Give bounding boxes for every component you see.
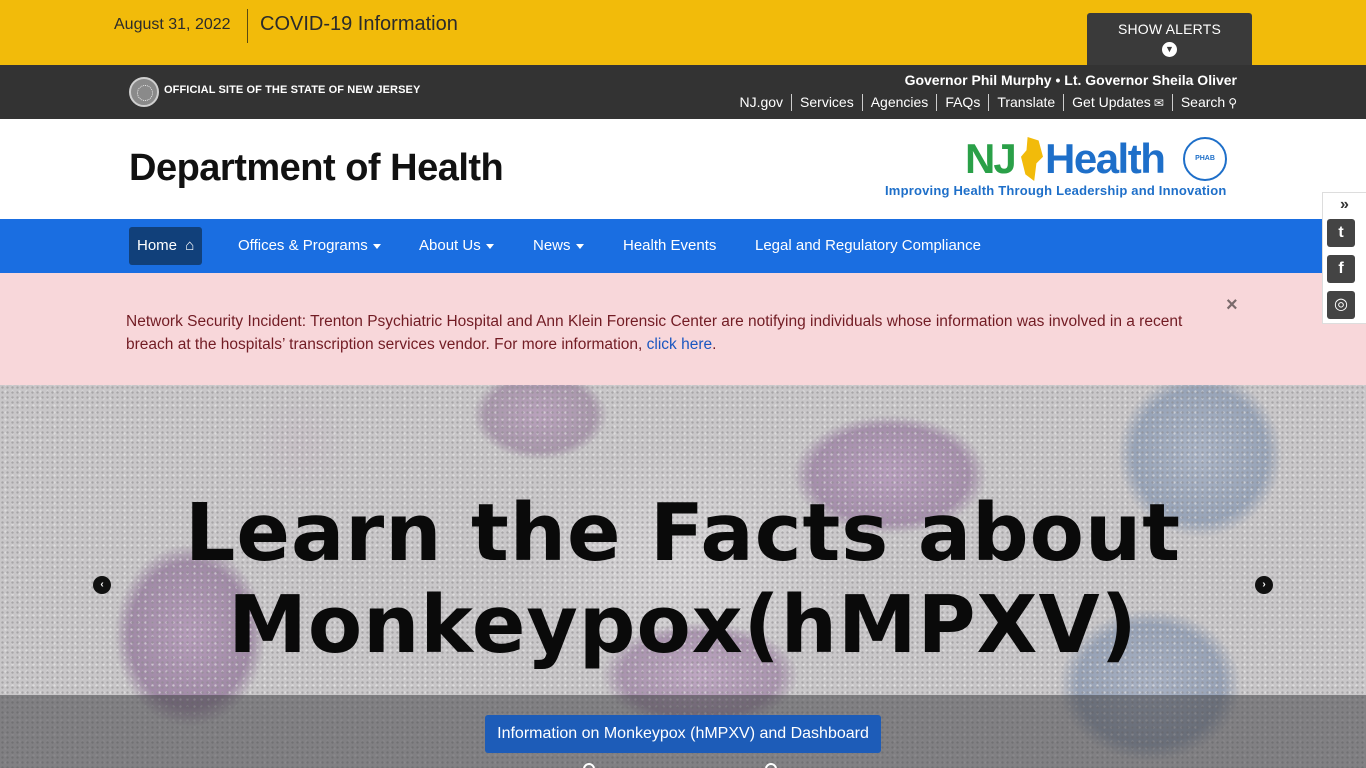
state-link-services[interactable]: Services xyxy=(791,94,862,111)
hero-headline: Learn the Facts about Monkeypox(hMPXV) xyxy=(0,487,1366,671)
phab-badge-icon: PHAB xyxy=(1183,137,1227,181)
state-link-search[interactable]: Search ⚲ xyxy=(1171,94,1237,111)
state-link-label: Agencies xyxy=(870,94,929,110)
envelope-icon: ✉ xyxy=(1153,96,1164,110)
instagram-icon[interactable]: ◎ xyxy=(1327,291,1355,319)
nav-item-label: Health Events xyxy=(623,237,717,254)
carousel-next-icon[interactable]: › xyxy=(1255,576,1273,594)
nav-item-label: Home xyxy=(137,237,178,254)
page-title[interactable]: Department of Health xyxy=(129,147,504,190)
carousel-prev-icon[interactable]: ‹ xyxy=(93,576,111,594)
hero-carousel: Learn the Facts about Monkeypox(hMPXV) ‹… xyxy=(0,385,1366,768)
carousel-indicator[interactable] xyxy=(583,763,595,768)
state-link-label: Get Updates xyxy=(1072,94,1151,110)
state-link-agencies[interactable]: Agencies xyxy=(861,94,937,111)
nav-item-label: Offices & Programs xyxy=(238,237,368,254)
home-icon: ⌂ xyxy=(185,237,195,254)
chevron-down-icon: ▼ xyxy=(1162,42,1177,57)
monkeypox-info-button[interactable]: Information on Monkeypox (hMPXV) and Das… xyxy=(485,715,881,753)
nj-state-shape-icon xyxy=(1021,137,1043,181)
carousel-indicator[interactable] xyxy=(765,763,777,768)
hero-headline-line2: Monkeypox(hMPXV) xyxy=(228,579,1138,671)
alert-divider xyxy=(247,9,248,43)
show-alerts-label: SHOW ALERTS xyxy=(1117,21,1222,37)
alert-date: August 31, 2022 xyxy=(114,16,231,33)
hero-headline-line1: Learn the Facts about xyxy=(185,487,1181,579)
nav-item-home[interactable]: Home ⌂ xyxy=(129,227,203,265)
nav-item-news[interactable]: News xyxy=(533,227,584,265)
nav-item-label: Legal and Regulatory Compliance xyxy=(755,237,981,254)
nj-health-logo[interactable]: NJ Health PHAB Improving Health Through … xyxy=(883,133,1237,203)
alert-bar: August 31, 2022 COVID-19 Information SHO… xyxy=(0,0,1366,65)
state-link-translate[interactable]: Translate xyxy=(988,94,1063,111)
incident-text-block: Network Security Incident: Trenton Psych… xyxy=(126,310,1226,356)
twitter-icon[interactable]: t xyxy=(1327,219,1355,247)
facebook-icon[interactable]: f xyxy=(1327,255,1355,283)
state-link-njgov[interactable]: NJ.gov xyxy=(731,94,791,111)
nav-item-about-us[interactable]: About Us xyxy=(419,227,494,265)
social-sidebar: » t f ◎ xyxy=(1322,192,1366,324)
incident-notice: Network Security Incident: Trenton Psych… xyxy=(0,273,1366,385)
carousel-indicators xyxy=(583,763,783,768)
close-icon[interactable]: × xyxy=(1226,294,1238,317)
nj-seal-icon xyxy=(129,77,159,107)
search-icon: ⚲ xyxy=(1228,96,1237,110)
state-link-label: Services xyxy=(800,94,854,110)
caret-down-icon xyxy=(575,243,584,249)
covid-information-link[interactable]: COVID-19 Information xyxy=(260,13,458,36)
logo-tagline: Improving Health Through Leadership and … xyxy=(885,183,1227,198)
state-link-get-updates[interactable]: Get Updates ✉ xyxy=(1063,94,1172,111)
caret-down-icon xyxy=(372,243,381,249)
nav-item-offices-programs[interactable]: Offices & Programs xyxy=(238,227,381,265)
collapse-toggle-icon[interactable]: » xyxy=(1340,196,1349,214)
nav-item-legal-regulatory[interactable]: Legal and Regulatory Compliance xyxy=(755,227,981,265)
state-link-label: Translate xyxy=(997,94,1056,110)
nav-item-health-events[interactable]: Health Events xyxy=(623,227,716,265)
logo-brand-health: Health xyxy=(1045,135,1166,182)
governor-line: Governor Phil Murphy • Lt. Governor Shei… xyxy=(904,72,1237,88)
state-links: NJ.gov Services Agencies FAQs Translate … xyxy=(731,94,1237,111)
nav-item-label: About Us xyxy=(419,237,481,254)
nav-item-label: News xyxy=(533,237,571,254)
show-alerts-button[interactable]: SHOW ALERTS ▼ xyxy=(1087,13,1252,65)
logo-brand-nj: NJ xyxy=(965,135,1017,182)
caret-down-icon xyxy=(485,243,494,249)
state-link-faqs[interactable]: FAQs xyxy=(936,94,988,111)
state-link-label: NJ.gov xyxy=(739,94,784,110)
click-here-link[interactable]: click here xyxy=(647,336,712,353)
department-header: Department of Health NJ Health PHAB Impr… xyxy=(0,119,1366,219)
state-bar: OFFICIAL SITE OF THE STATE OF NEW JERSEY… xyxy=(0,65,1366,119)
state-link-label: Search xyxy=(1180,94,1226,110)
main-nav: Home ⌂ Offices & Programs About Us News … xyxy=(0,219,1366,273)
state-link-label: FAQs xyxy=(945,94,981,110)
incident-suffix: . xyxy=(712,336,717,353)
official-site-label: OFFICIAL SITE OF THE STATE OF NEW JERSEY xyxy=(164,84,421,96)
